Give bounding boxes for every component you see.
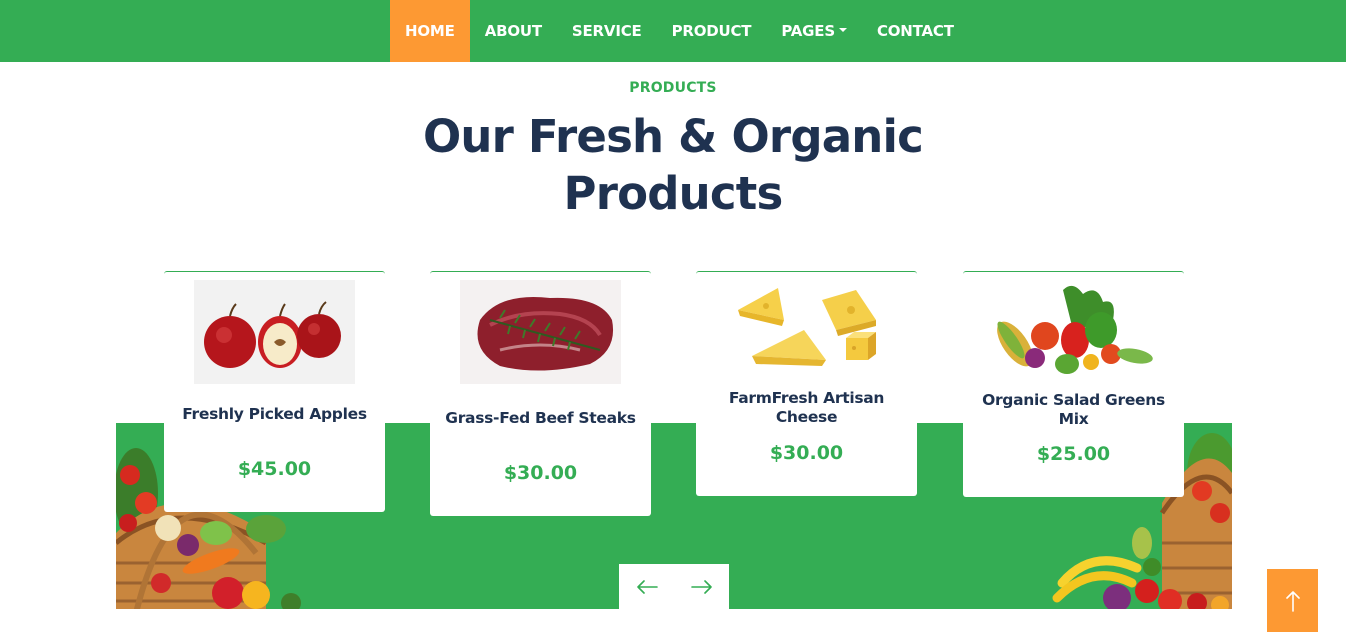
arrow-up-icon [1285, 590, 1300, 612]
nav-label: PAGES [781, 22, 835, 40]
product-card[interactable]: Grass-Fed Beef Steaks $30.00 [430, 271, 651, 516]
section-title-line: Products [563, 167, 784, 220]
cheese-image [738, 288, 876, 366]
nav-item-contact[interactable]: CONTACT [862, 0, 969, 62]
section-subtitle: PRODUCTS [629, 80, 717, 96]
product-name[interactable]: Freshly Picked Apples [174, 405, 375, 424]
carousel-controls [619, 564, 729, 609]
carousel-next-button[interactable] [674, 564, 729, 609]
product-card[interactable]: Organic Salad Greens Mix $25.00 [963, 271, 1184, 497]
product-price: $45.00 [237, 458, 312, 480]
apples-image [194, 280, 355, 384]
beef-steak-image [460, 280, 621, 384]
nav-label: PRODUCT [671, 22, 752, 40]
product-price: $30.00 [769, 442, 844, 464]
product-card[interactable]: FarmFresh Artisan Cheese $30.00 [696, 271, 917, 496]
nav-item-about[interactable]: ABOUT [470, 0, 557, 62]
product-name[interactable]: Organic Salad Greens Mix [973, 391, 1174, 429]
nav-menu: HOME ABOUT SERVICE PRODUCT PAGES CONTACT [390, 0, 969, 62]
nav-item-home[interactable]: HOME [390, 0, 470, 62]
section-title-line: Our Fresh & Organic [422, 110, 924, 163]
section-title: Our Fresh & Organic Products [373, 108, 973, 222]
caret-down-icon [838, 28, 847, 32]
product-price: $30.00 [503, 462, 578, 484]
vegetables-image [997, 285, 1153, 374]
product-name[interactable]: Grass-Fed Beef Steaks [440, 409, 641, 428]
carousel-prev-button[interactable] [619, 564, 674, 609]
nav-item-service[interactable]: SERVICE [557, 0, 657, 62]
navbar: HOME ABOUT SERVICE PRODUCT PAGES CONTACT [0, 0, 1346, 62]
arrow-right-icon [690, 579, 712, 594]
nav-label: CONTACT [876, 22, 954, 40]
arrow-left-icon [636, 579, 658, 594]
nav-label: ABOUT [484, 22, 542, 40]
nav-label: HOME [405, 22, 455, 40]
nav-item-product[interactable]: PRODUCT [657, 0, 767, 62]
product-price: $25.00 [1036, 443, 1111, 465]
nav-item-pages[interactable]: PAGES [766, 0, 862, 62]
back-to-top-button[interactable] [1267, 569, 1318, 632]
product-card[interactable]: Freshly Picked Apples $45.00 [164, 271, 385, 512]
product-name[interactable]: FarmFresh Artisan Cheese [706, 389, 907, 427]
nav-label: SERVICE [571, 22, 642, 40]
